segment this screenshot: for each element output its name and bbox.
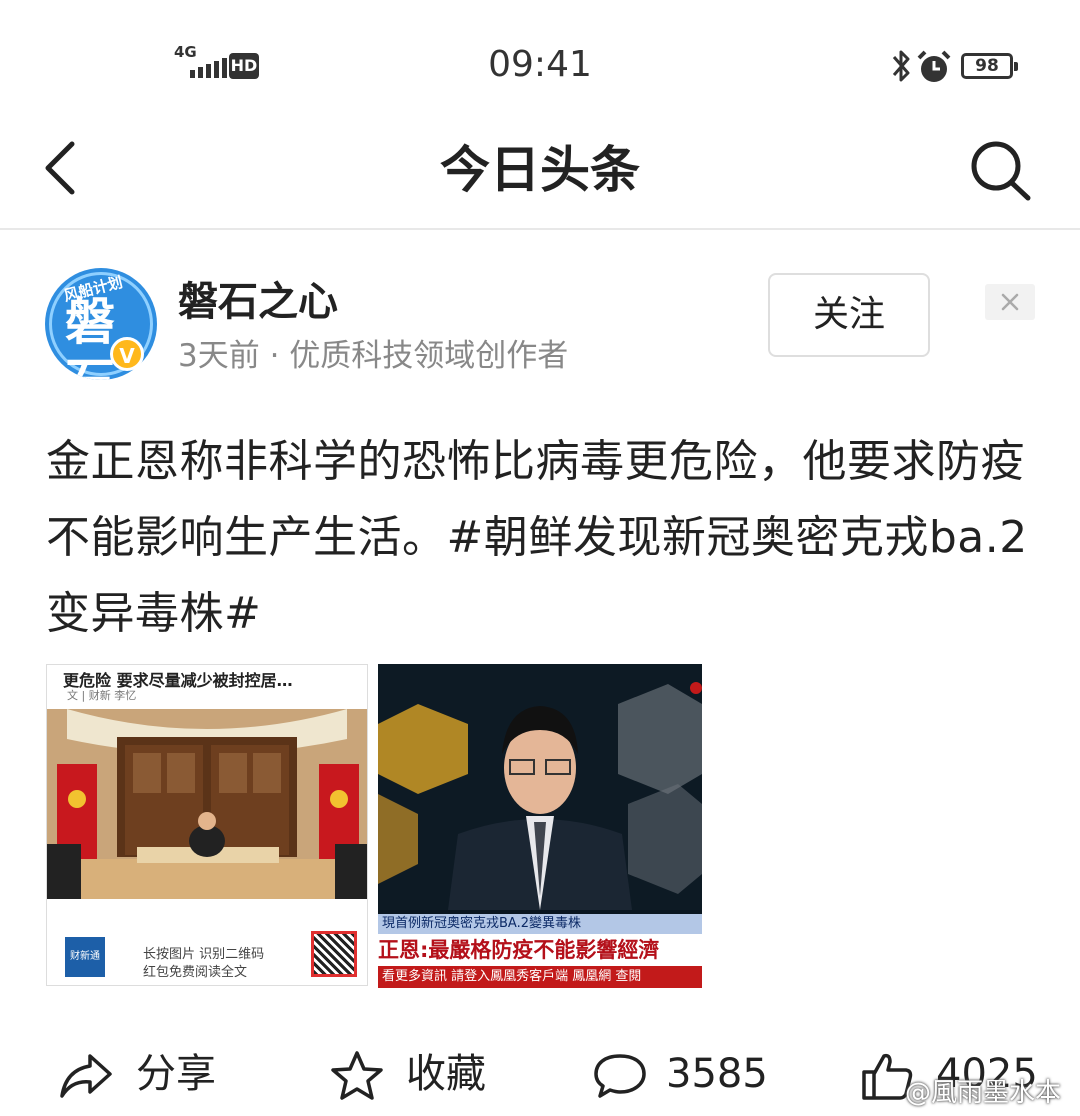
favorite-label: 收藏 [406, 1051, 486, 1097]
post-image-right[interactable]: 現首例新冠奧密克戎BA.2變異毒株 正恩:最嚴格防疫不能影響經濟 看更多資訊 請… [378, 664, 702, 988]
meeting-room-photo [47, 709, 367, 899]
news-ticker-bottom: 看更多資訊 請登入鳳凰秀客戶端 鳳凰網 查閱 [378, 966, 702, 988]
image-byline: 文 | 财新 李忆 [67, 689, 137, 702]
news-ticker-main: 正恩:最嚴格防疫不能影響經濟 [378, 934, 702, 966]
battery-icon: 98 [961, 53, 1018, 79]
nav-bar: 今日头条 [0, 120, 1080, 230]
avatar-text: 磐石 [65, 293, 115, 380]
alarm-icon [917, 50, 951, 82]
promo-line-2: 红包免费阅读全文 [143, 965, 248, 980]
author-meta: 3天前 · 优质科技领域创作者 [178, 338, 569, 374]
image-promo-footer: 财新通 长按图片 识别二维码 红包免费阅读全文 [47, 901, 367, 985]
news-ticker-top: 現首例新冠奧密克戎BA.2變異毒株 [378, 914, 702, 934]
caixin-logo: 财新通 [65, 937, 105, 977]
comment-icon [594, 1054, 646, 1098]
follow-button[interactable]: 关注 [768, 273, 930, 357]
star-icon [331, 1051, 383, 1100]
watermark: @風雨墨水本 [905, 1078, 1062, 1108]
page-title: 今日头条 [440, 141, 640, 199]
share-label: 分享 [136, 1051, 216, 1097]
favorite-button[interactable]: 收藏 [330, 1040, 530, 1110]
promo-line-1: 长按图片 识别二维码 [143, 947, 265, 962]
share-button[interactable]: 分享 [58, 1040, 258, 1110]
qr-code [311, 931, 357, 977]
status-bar: 4G HD 09:41 98 [0, 0, 1080, 120]
verified-badge: V [110, 337, 144, 371]
post-text[interactable]: 金正恩称非科学的恐怖比病毒更危险，他要求防疫不能影响生产生活。#朝鲜发现新冠奥密… [46, 424, 1036, 652]
dismiss-button[interactable] [985, 284, 1035, 320]
share-icon [60, 1054, 112, 1098]
news-anchor-photo [378, 664, 702, 910]
post-image-left[interactable]: 更危险 要求尽量减少被封控居… 文 | 财新 李忆 财新通 长按图片 识别二维码… [46, 664, 368, 986]
comment-button[interactable]: 3585 [592, 1040, 792, 1110]
author-name[interactable]: 磐石之心 [178, 278, 338, 326]
search-icon[interactable] [966, 138, 1034, 202]
close-icon [1001, 293, 1019, 311]
bluetooth-icon [892, 50, 910, 82]
comment-count: 3585 [666, 1051, 768, 1097]
